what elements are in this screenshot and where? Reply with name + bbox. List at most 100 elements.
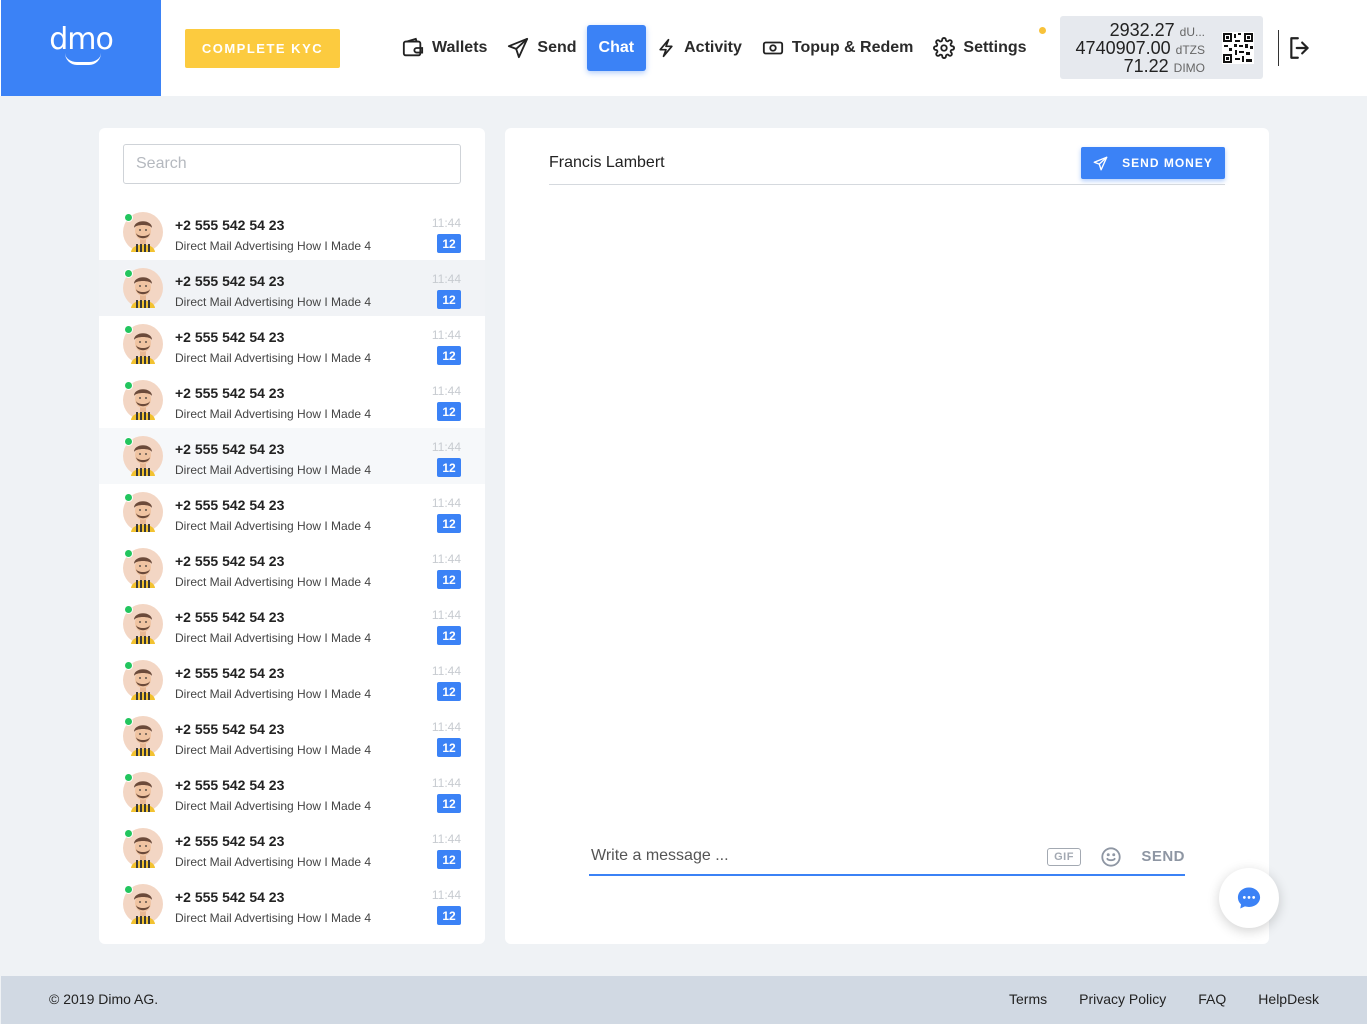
nav-topup-redem[interactable]: Topup & Redem — [752, 25, 923, 71]
unread-badge: 12 — [437, 570, 461, 589]
nav-wallets[interactable]: Wallets — [392, 25, 497, 71]
online-status-dot — [124, 493, 133, 502]
nav-activity-label: Activity — [684, 39, 742, 56]
qr-code-icon[interactable] — [1222, 32, 1254, 64]
chat-support-button[interactable] — [1219, 868, 1279, 928]
unread-badge: 12 — [437, 850, 461, 869]
online-status-dot — [124, 717, 133, 726]
nav-topup-label: Topup & Redem — [791, 39, 914, 56]
contact-row[interactable]: +2 555 542 54 23 Direct Mail Advertising… — [99, 764, 485, 820]
footer-link-helpdesk[interactable]: HelpDesk — [1258, 991, 1319, 1007]
contact-phone: +2 555 542 54 23 — [175, 441, 285, 457]
message-input[interactable] — [589, 840, 1029, 872]
contact-row[interactable]: +2 555 542 54 23 Direct Mail Advertising… — [99, 540, 485, 596]
message-time: 11:44 — [431, 720, 461, 734]
message-preview: Direct Mail Advertising How I Made 4 — [175, 575, 372, 589]
message-preview: Direct Mail Advertising How I Made 4 — [175, 855, 372, 869]
unread-badge: 12 — [437, 514, 461, 533]
gear-icon — [933, 37, 956, 59]
nav-chat[interactable]: Chat — [586, 25, 647, 71]
contact-phone: +2 555 542 54 23 — [175, 777, 285, 793]
contact-row[interactable]: +2 555 542 54 23 Direct Mail Advertising… — [99, 428, 485, 484]
online-status-dot — [124, 773, 133, 782]
online-status-dot — [124, 885, 133, 894]
send-icon — [1093, 156, 1108, 170]
contact-phone: +2 555 542 54 23 — [175, 721, 285, 737]
gif-button[interactable]: GIF — [1047, 848, 1081, 866]
emoji-icon[interactable] — [1100, 846, 1122, 868]
chat-contact-name: Francis Lambert — [549, 154, 665, 171]
send-icon — [508, 37, 529, 59]
footer-link-terms[interactable]: Terms — [1009, 991, 1047, 1007]
nav-settings-label: Settings — [963, 39, 1027, 56]
contact-row[interactable]: +2 555 542 54 23 Direct Mail Advertising… — [99, 260, 485, 316]
contact-row[interactable]: +2 555 542 54 23 Direct Mail Advertising… — [99, 596, 485, 652]
header-divider — [1278, 30, 1279, 66]
footer-link-faq[interactable]: FAQ — [1198, 991, 1226, 1007]
nav-send-label: Send — [537, 39, 577, 56]
online-status-dot — [124, 661, 133, 670]
online-status-dot — [124, 381, 133, 390]
message-composer: GIF SEND — [589, 840, 1185, 876]
contact-row[interactable]: +2 555 542 54 23 Direct Mail Advertising… — [99, 484, 485, 540]
message-time: 11:44 — [431, 664, 461, 678]
message-time: 11:44 — [431, 328, 461, 342]
message-time: 11:44 — [431, 440, 461, 454]
contact-phone: +2 555 542 54 23 — [175, 889, 285, 905]
unread-badge: 12 — [437, 906, 461, 925]
balance-row: 71.22 DIMO — [1124, 56, 1205, 77]
balance-unit: dTZS — [1175, 43, 1205, 57]
nav-wallets-label: Wallets — [432, 39, 488, 56]
message-time: 11:44 — [431, 384, 461, 398]
message-preview: Direct Mail Advertising How I Made 4 — [175, 799, 372, 813]
message-time: 11:44 — [431, 832, 461, 846]
message-time: 11:44 — [431, 216, 461, 230]
search-input[interactable] — [123, 144, 461, 184]
message-preview: Direct Mail Advertising How I Made 4 — [175, 463, 372, 477]
complete-kyc-button[interactable]: COMPLETE KYC — [185, 29, 340, 68]
contact-row[interactable]: +2 555 542 54 23 Direct Mail Advertising… — [99, 316, 485, 372]
message-time: 11:44 — [431, 552, 461, 566]
lightning-icon — [659, 38, 673, 58]
dimo-logo[interactable]: dmo — [1, 0, 161, 96]
unread-badge: 12 — [437, 738, 461, 757]
logout-icon[interactable] — [1287, 35, 1313, 61]
balance-value: 71.22 — [1123, 56, 1169, 76]
online-status-dot — [124, 605, 133, 614]
message-preview: Direct Mail Advertising How I Made 4 — [175, 239, 372, 253]
unread-badge: 12 — [437, 682, 461, 701]
contact-row[interactable]: +2 555 542 54 23 Direct Mail Advertising… — [99, 204, 485, 260]
contact-phone: +2 555 542 54 23 — [175, 329, 285, 345]
contact-row[interactable]: +2 555 542 54 23 Direct Mail Advertising… — [99, 372, 485, 428]
message-preview: Direct Mail Advertising How I Made 4 — [175, 351, 372, 365]
contact-row[interactable]: +2 555 542 54 23 Direct Mail Advertising… — [99, 708, 485, 764]
balance-unit: DIMO — [1173, 61, 1205, 75]
message-preview: Direct Mail Advertising How I Made 4 — [175, 407, 372, 421]
contact-row[interactable]: +2 555 542 54 23 Direct Mail Advertising… — [99, 876, 485, 932]
message-time: 11:44 — [431, 888, 461, 902]
contact-phone: +2 555 542 54 23 — [175, 833, 285, 849]
send-money-label: SEND MONEY — [1122, 156, 1213, 170]
contact-row[interactable]: +2 555 542 54 23 Direct Mail Advertising… — [99, 820, 485, 876]
unread-badge: 12 — [437, 234, 461, 253]
nav-settings[interactable]: Settings — [923, 25, 1036, 71]
balance-summary[interactable]: 2932.27 dU... 4740907.00 dTZS 71.22 DIMO — [1060, 16, 1263, 79]
nav-send[interactable]: Send — [497, 25, 586, 71]
send-message-button[interactable]: SEND — [1141, 848, 1185, 865]
wallet-icon — [402, 37, 424, 57]
message-preview: Direct Mail Advertising How I Made 4 — [175, 743, 372, 757]
send-money-button[interactable]: SEND MONEY — [1081, 147, 1225, 179]
contact-phone: +2 555 542 54 23 — [175, 553, 285, 569]
footer-link-privacy[interactable]: Privacy Policy — [1079, 991, 1166, 1007]
contact-row[interactable]: +2 555 542 54 23 Direct Mail Advertising… — [99, 652, 485, 708]
contact-list: +2 555 542 54 23 Direct Mail Advertising… — [99, 204, 485, 932]
cash-icon — [762, 41, 783, 55]
online-status-dot — [124, 437, 133, 446]
nav-activity[interactable]: Activity — [646, 25, 752, 71]
message-preview: Direct Mail Advertising How I Made 4 — [175, 911, 372, 925]
nav-chat-label: Chat — [598, 39, 635, 56]
balance-unit: dU... — [1179, 25, 1205, 39]
unread-badge: 12 — [437, 794, 461, 813]
message-preview: Direct Mail Advertising How I Made 4 — [175, 295, 372, 309]
online-status-dot — [124, 325, 133, 334]
